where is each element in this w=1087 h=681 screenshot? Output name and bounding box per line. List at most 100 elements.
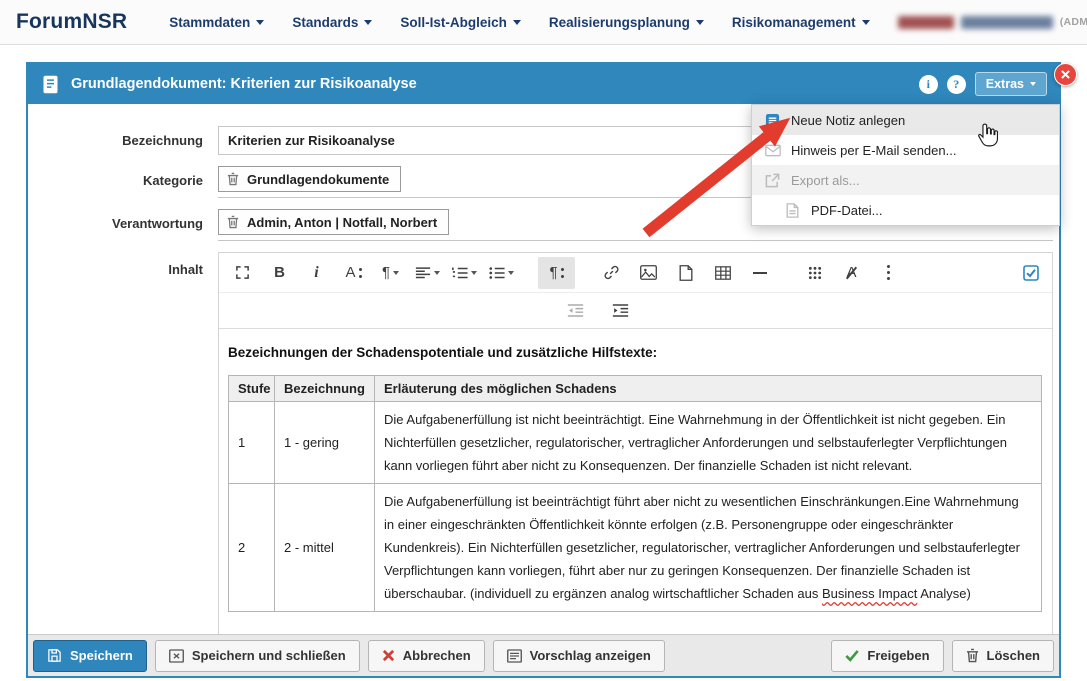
dialog-header: Grundlagendokument: Kriterien zur Risiko…: [28, 64, 1059, 104]
menu-item-hinweis-per-email[interactable]: Hinweis per E-Mail senden...: [752, 135, 1059, 165]
chevron-down-icon: [434, 271, 440, 275]
delete-button[interactable]: Löschen: [952, 640, 1054, 672]
cancel-icon: [382, 649, 395, 662]
header-cell-stufe: Stufe: [229, 376, 275, 402]
clear-formatting-button[interactable]: A: [833, 257, 870, 289]
editor-toolbar-row2: [219, 293, 1052, 329]
save-button[interactable]: Speichern: [33, 640, 147, 672]
tag-label: Grundlagendokumente: [247, 172, 389, 187]
cell-stufe: 2: [229, 484, 275, 612]
email-icon: [764, 144, 781, 157]
paragraph-format-button[interactable]: ¶: [372, 257, 409, 289]
user-menu[interactable]: (ADMINISTRATOR): [898, 16, 1087, 29]
chevron-down-icon: [471, 271, 477, 275]
close-button[interactable]: [1054, 63, 1077, 86]
save-and-close-button[interactable]: Speichern und schließen: [155, 640, 360, 672]
table-header-row: Stufe Bezeichnung Erläuterung des möglic…: [229, 376, 1042, 402]
outdent-button[interactable]: [557, 295, 594, 327]
cell-bezeichnung: 2 - mittel: [275, 484, 375, 612]
header-cell-erlaeuterung: Erläuterung des möglichen Schadens: [375, 376, 1042, 402]
redacted-username: [961, 16, 1053, 29]
fullscreen-button[interactable]: [224, 257, 261, 289]
extras-label: Extras: [986, 77, 1024, 91]
suggestion-icon: [507, 649, 522, 663]
button-label: Vorschlag anzeigen: [530, 648, 651, 663]
remove-tag-icon[interactable]: [227, 172, 239, 186]
button-label: Löschen: [987, 648, 1040, 663]
content-table: Stufe Bezeichnung Erläuterung des möglic…: [228, 375, 1042, 612]
chevron-down-icon: [364, 20, 372, 25]
trash-icon: [966, 648, 979, 663]
editor-toolbar: B i A ¶: [219, 253, 1052, 293]
form-row-inhalt: Inhalt B i A ¶: [28, 252, 1053, 644]
ordered-list-button[interactable]: [446, 257, 483, 289]
close-icon: [1061, 70, 1070, 79]
bold-button[interactable]: B: [261, 257, 298, 289]
field-label: Verantwortung: [28, 209, 218, 231]
special-characters-button[interactable]: [796, 257, 833, 289]
menu-item-export-als[interactable]: Export als...: [752, 165, 1059, 195]
editor-content[interactable]: Bezeichnungen der Schadenspotentiale und…: [219, 329, 1052, 612]
insert-file-button[interactable]: [667, 257, 704, 289]
nav-item-label: Risikomanagement: [732, 15, 856, 30]
release-button[interactable]: Freigeben: [831, 640, 943, 672]
save-close-icon: [169, 649, 184, 663]
tag-label: Admin, Anton | Notfall, Norbert: [247, 215, 437, 230]
font-size-button[interactable]: A: [335, 257, 372, 289]
field-label: Kategorie: [28, 166, 218, 188]
horizontal-line-button[interactable]: [741, 257, 778, 289]
align-button[interactable]: [409, 257, 446, 289]
redacted-username: [898, 16, 954, 29]
table-row: 1 1 - gering Die Aufgabenerfüllung ist n…: [229, 402, 1042, 484]
unordered-list-button[interactable]: [483, 257, 520, 289]
extras-dropdown-menu: Neue Notiz anlegen Hinweis per E-Mail se…: [751, 104, 1060, 226]
nav-item-risikomanagement[interactable]: Risikomanagement: [732, 15, 870, 30]
paragraph-style-button[interactable]: ¶: [538, 257, 575, 289]
menu-item-label: Hinweis per E-Mail senden...: [791, 143, 956, 158]
check-icon: [845, 649, 859, 662]
note-icon: [764, 113, 781, 128]
remove-tag-icon[interactable]: [227, 215, 239, 229]
app-logo[interactable]: ForumNSR: [16, 10, 127, 34]
nav-item-stammdaten[interactable]: Stammdaten: [169, 15, 264, 30]
nav-item-label: Realisierungsplanung: [549, 15, 690, 30]
nav-item-standards[interactable]: Standards: [292, 15, 372, 30]
nav-item-realisierungsplanung[interactable]: Realisierungsplanung: [549, 15, 704, 30]
menu-item-neue-notiz-anlegen[interactable]: Neue Notiz anlegen: [752, 105, 1059, 135]
save-icon: [47, 648, 62, 663]
top-navigation: ForumNSR Stammdaten Standards Soll-Ist-A…: [0, 0, 1087, 45]
field-label: Inhalt: [28, 252, 218, 277]
help-button[interactable]: ?: [947, 75, 966, 94]
chevron-down-icon: [508, 271, 514, 275]
info-button[interactable]: i: [919, 75, 938, 94]
content-heading: Bezeichnungen der Schadenspotentiale und…: [228, 345, 1042, 360]
button-label: Freigeben: [867, 648, 929, 663]
nav-item-label: Standards: [292, 15, 358, 30]
menu-item-label: Neue Notiz anlegen: [791, 113, 905, 128]
editor-checkbox[interactable]: [1023, 265, 1039, 281]
cell-erlaeuterung: Die Aufgabenerfüllung ist beeinträchtigt…: [375, 484, 1042, 612]
nav-item-label: Stammdaten: [169, 15, 250, 30]
extras-button[interactable]: Extras: [975, 72, 1047, 96]
more-options-button[interactable]: [870, 257, 907, 289]
document-icon: [40, 74, 61, 95]
brand-forum: Forum: [16, 10, 82, 33]
verantwortung-tag: Admin, Anton | Notfall, Norbert: [218, 209, 449, 235]
insert-image-button[interactable]: [630, 257, 667, 289]
header-actions: i ? Extras: [919, 72, 1047, 96]
show-suggestion-button[interactable]: Vorschlag anzeigen: [493, 640, 665, 672]
table-row: 2 2 - mittel Die Aufgabenerfüllung ist b…: [229, 484, 1042, 612]
nav-item-soll-ist-abgleich[interactable]: Soll-Ist-Abgleich: [400, 15, 521, 30]
insert-table-button[interactable]: [704, 257, 741, 289]
kategorie-tag: Grundlagendokumente: [218, 166, 401, 192]
dialog-footer: Speichern Speichern und schließen Abbrec…: [28, 634, 1059, 676]
menu-item-label: PDF-Datei...: [811, 203, 883, 218]
cancel-button[interactable]: Abbrechen: [368, 640, 485, 672]
menu-item-pdf-datei[interactable]: PDF-Datei...: [752, 195, 1059, 225]
chevron-down-icon: [862, 20, 870, 25]
italic-button[interactable]: i: [298, 257, 335, 289]
chevron-down-icon: [393, 271, 399, 275]
nav-item-label: Soll-Ist-Abgleich: [400, 15, 507, 30]
indent-button[interactable]: [602, 295, 639, 327]
insert-link-button[interactable]: [593, 257, 630, 289]
